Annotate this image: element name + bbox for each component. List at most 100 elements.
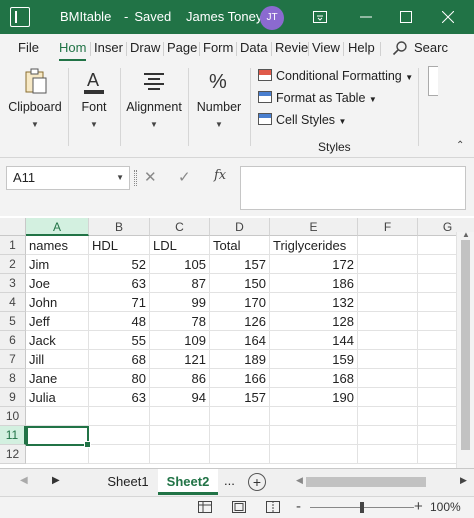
zoom-in-button[interactable]: + <box>414 498 423 515</box>
cell-b6[interactable]: 55 <box>89 331 150 350</box>
number-button[interactable]: % Number ▼ <box>192 62 246 152</box>
cell-c7[interactable]: 121 <box>150 350 210 369</box>
vertical-scrollbar[interactable]: ▲ <box>456 230 474 468</box>
cell-d6[interactable]: 164 <box>210 331 270 350</box>
cell-b7[interactable]: 68 <box>89 350 150 369</box>
cell-f4[interactable] <box>358 293 418 312</box>
cell-b3[interactable]: 63 <box>89 274 150 293</box>
cell-e12[interactable] <box>270 445 358 464</box>
page-layout-view-icon[interactable] <box>232 501 246 513</box>
cell-f1[interactable] <box>358 236 418 255</box>
column-header-c[interactable]: C <box>150 218 210 236</box>
column-header-e[interactable]: E <box>270 218 358 236</box>
cell-f5[interactable] <box>358 312 418 331</box>
page-break-view-icon[interactable] <box>266 501 280 513</box>
cell-d12[interactable] <box>210 445 270 464</box>
cell-e1[interactable]: Triglycerides <box>270 236 358 255</box>
cell-b11[interactable] <box>89 426 150 445</box>
cell-e11[interactable] <box>270 426 358 445</box>
formula-bar-grip[interactable] <box>134 170 137 186</box>
cell-d2[interactable]: 157 <box>210 255 270 274</box>
cell-e8[interactable]: 168 <box>270 369 358 388</box>
tab-review[interactable]: Revie <box>275 40 308 55</box>
cell-c10[interactable] <box>150 407 210 426</box>
tab-help[interactable]: Help <box>348 40 375 55</box>
next-sheet-icon[interactable]: ▶ <box>52 475 60 486</box>
cell-b4[interactable]: 71 <box>89 293 150 312</box>
row-header-2[interactable]: 2 <box>0 255 26 274</box>
cell-b10[interactable] <box>89 407 150 426</box>
cell-e6[interactable]: 144 <box>270 331 358 350</box>
zoom-slider-thumb[interactable] <box>360 502 364 513</box>
row-header-9[interactable]: 9 <box>0 388 26 407</box>
row-header-8[interactable]: 8 <box>0 369 26 388</box>
vertical-scroll-thumb[interactable] <box>461 240 470 450</box>
confirm-icon[interactable]: ✓ <box>178 168 191 186</box>
cell-a8[interactable]: Jane <box>26 369 89 388</box>
cell-e3[interactable]: 186 <box>270 274 358 293</box>
cell-c2[interactable]: 105 <box>150 255 210 274</box>
row-header-3[interactable]: 3 <box>0 274 26 293</box>
cell-f7[interactable] <box>358 350 418 369</box>
avatar[interactable]: JT <box>260 6 284 30</box>
cell-d9[interactable]: 157 <box>210 388 270 407</box>
cancel-icon[interactable]: ✕ <box>144 168 157 186</box>
cell-a4[interactable]: John <box>26 293 89 312</box>
cell-b2[interactable]: 52 <box>89 255 150 274</box>
cell-a6[interactable]: Jack <box>26 331 89 350</box>
cell-a2[interactable]: Jim <box>26 255 89 274</box>
zoom-level[interactable]: 100% <box>430 500 461 514</box>
add-sheet-button[interactable]: + <box>248 473 266 491</box>
scroll-left-icon[interactable]: ◀ <box>296 475 303 486</box>
more-sheets-button[interactable]: ... <box>224 473 235 488</box>
cell-e5[interactable]: 128 <box>270 312 358 331</box>
cell-a5[interactable]: Jeff <box>26 312 89 331</box>
cell-d7[interactable]: 189 <box>210 350 270 369</box>
row-header-11[interactable]: 11 <box>0 426 26 445</box>
cell-c6[interactable]: 109 <box>150 331 210 350</box>
row-header-7[interactable]: 7 <box>0 350 26 369</box>
alignment-button[interactable]: Alignment ▼ <box>124 62 184 152</box>
tab-home[interactable]: Hom <box>59 40 87 61</box>
column-header-f[interactable]: F <box>358 218 418 236</box>
name-box[interactable]: A11 ▼ <box>6 166 130 190</box>
maximize-button[interactable] <box>392 4 420 30</box>
tab-insert[interactable]: Inser <box>94 40 123 55</box>
cell-f8[interactable] <box>358 369 418 388</box>
close-button[interactable] <box>434 4 462 30</box>
format-as-table-button[interactable]: Format as Table ▼ <box>258 88 377 108</box>
tab-view[interactable]: View <box>312 40 340 55</box>
cell-c1[interactable]: LDL <box>150 236 210 255</box>
horizontal-scroll-thumb[interactable] <box>306 477 426 487</box>
row-header-4[interactable]: 4 <box>0 293 26 312</box>
cell-a7[interactable]: Jill <box>26 350 89 369</box>
collapse-ribbon-icon[interactable]: ⌃ <box>456 140 464 151</box>
cells-group-partial[interactable] <box>428 66 438 96</box>
column-header-a[interactable]: A <box>26 218 89 236</box>
sheet-tab-sheet1[interactable]: Sheet1 <box>100 469 156 495</box>
cell-c12[interactable] <box>150 445 210 464</box>
scroll-up-icon[interactable]: ▲ <box>462 230 470 239</box>
insert-function-button[interactable]: fx <box>214 168 226 183</box>
cell-c3[interactable]: 87 <box>150 274 210 293</box>
cell-e7[interactable]: 159 <box>270 350 358 369</box>
zoom-out-button[interactable]: - <box>296 498 301 515</box>
formula-input[interactable] <box>240 166 466 210</box>
cell-c8[interactable]: 86 <box>150 369 210 388</box>
tab-formulas[interactable]: Form <box>203 40 233 55</box>
user-name[interactable]: James Toney <box>186 9 262 24</box>
cell-c4[interactable]: 99 <box>150 293 210 312</box>
ribbon-display-options-button[interactable] <box>306 4 334 30</box>
cell-d1[interactable]: Total <box>210 236 270 255</box>
cell-c5[interactable]: 78 <box>150 312 210 331</box>
cell-f12[interactable] <box>358 445 418 464</box>
cell-b1[interactable]: HDL <box>89 236 150 255</box>
cell-f11[interactable] <box>358 426 418 445</box>
cell-e4[interactable]: 132 <box>270 293 358 312</box>
cell-d11[interactable] <box>210 426 270 445</box>
cell-e10[interactable] <box>270 407 358 426</box>
prev-sheet-icon[interactable]: ◀ <box>20 475 28 486</box>
cell-d4[interactable]: 170 <box>210 293 270 312</box>
row-header-12[interactable]: 12 <box>0 445 26 464</box>
row-header-5[interactable]: 5 <box>0 312 26 331</box>
